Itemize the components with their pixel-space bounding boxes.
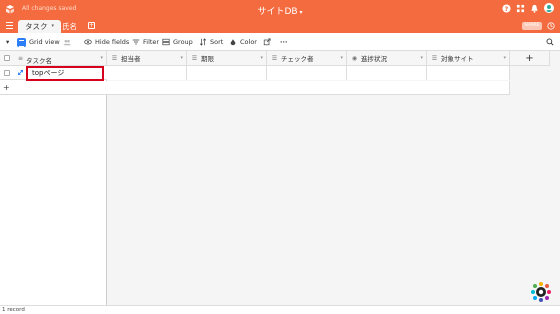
record-count: 1 record xyxy=(2,307,25,313)
primary-field-header[interactable]: ≡ タスク名 ▾ xyxy=(0,51,107,66)
text-field-icon: ☰ xyxy=(431,54,438,62)
add-row-area[interactable] xyxy=(107,81,510,95)
target-site-cell[interactable] xyxy=(427,66,510,80)
view-toolbar: ▾ Grid view Hide fields Filter Group Sor… xyxy=(0,33,560,51)
search-icon xyxy=(546,38,554,46)
expand-record-icon[interactable] xyxy=(17,69,24,76)
single-select-icon: ◉ xyxy=(351,54,358,62)
field-name: 対象サイト xyxy=(441,55,474,63)
sidebar-toggle-icon[interactable]: ▾ xyxy=(6,37,9,47)
svg-text:?: ? xyxy=(505,5,509,12)
filter-icon xyxy=(132,39,140,45)
select-all-checkbox[interactable] xyxy=(4,55,10,61)
field-header-assignee[interactable]: ☰ 担当者 ▾ xyxy=(107,51,187,66)
field-dropdown-icon[interactable]: ▾ xyxy=(503,55,506,61)
history-icon[interactable] xyxy=(547,22,555,30)
checker-cell[interactable] xyxy=(267,66,347,80)
progress-cell[interactable] xyxy=(347,66,427,80)
help-icon[interactable]: ? xyxy=(502,3,511,13)
apps-grid-icon[interactable] xyxy=(516,4,525,13)
sort-icon xyxy=(199,38,207,46)
grid-scroll-pane: ☰ 担当者 ▾ ☰ 期限 ▾ ☰ チェック者 ▾ ◉ 進捗状況 ▾ ☰ 対象サイ… xyxy=(107,51,550,96)
field-name: チェック者 xyxy=(281,55,314,63)
top-bar: All changes saved サイトDB ▾ ? xyxy=(0,0,560,19)
add-table-icon[interactable]: + xyxy=(88,22,95,29)
view-switcher[interactable]: Grid view xyxy=(17,37,71,47)
primary-field-type-icon: ≡ xyxy=(17,55,24,62)
text-field-icon: ☰ xyxy=(111,54,118,62)
field-dropdown-icon[interactable]: ▾ xyxy=(340,55,343,61)
add-row-button[interactable]: + xyxy=(0,81,107,95)
top-right-actions: ? xyxy=(502,3,554,13)
tab-caret-icon[interactable]: ▾ xyxy=(52,20,55,33)
group-icon xyxy=(162,38,170,46)
base-caret-icon[interactable]: ▾ xyxy=(300,9,303,16)
group-button[interactable]: Group xyxy=(162,37,193,47)
sort-button[interactable]: Sort xyxy=(199,37,223,47)
color-icon xyxy=(230,39,236,46)
primary-field-name: タスク名 xyxy=(26,57,52,65)
row-checkbox[interactable] xyxy=(4,70,10,76)
field-dropdown-icon[interactable]: ▾ xyxy=(420,55,423,61)
view-members-icon xyxy=(63,39,71,46)
field-dropdown-icon[interactable]: ▾ xyxy=(180,55,183,61)
more-options-button[interactable]: ··· xyxy=(280,37,287,47)
base-name[interactable]: サイトDB xyxy=(257,7,297,17)
tab-name[interactable]: 氏名 xyxy=(62,20,77,33)
field-header-checker[interactable]: ☰ チェック者 ▾ xyxy=(267,51,347,66)
table-row xyxy=(107,66,510,80)
notification-bell-icon[interactable] xyxy=(530,4,539,13)
field-header-progress[interactable]: ◉ 進捗状況 ▾ xyxy=(347,51,427,66)
field-header-deadline[interactable]: ☰ 期限 ▾ xyxy=(187,51,267,66)
field-dropdown-icon[interactable]: ▾ xyxy=(260,55,263,61)
primary-field-dropdown-icon[interactable]: ▾ xyxy=(100,55,103,61)
base-title-wrapper: サイトDB ▾ xyxy=(0,4,560,17)
color-palette-widget-icon[interactable] xyxy=(529,280,553,304)
search-button[interactable] xyxy=(546,37,554,47)
assignee-cell[interactable] xyxy=(107,66,187,80)
filter-button[interactable]: Filter xyxy=(132,37,159,47)
hide-fields-label: Hide fields xyxy=(95,38,130,46)
field-name: 担当者 xyxy=(121,55,141,63)
color-button[interactable]: Color xyxy=(229,37,257,47)
color-label: Color xyxy=(240,38,257,46)
filter-label: Filter xyxy=(143,38,160,46)
add-row-icon: + xyxy=(3,83,10,92)
deadline-cell[interactable] xyxy=(187,66,267,80)
hide-fields-button[interactable]: Hide fields xyxy=(84,37,129,47)
tab-task[interactable]: タスク ▾ xyxy=(18,20,62,33)
sort-label: Sort xyxy=(210,38,224,46)
menu-hamburger-icon[interactable] xyxy=(6,22,13,29)
field-header-target-site[interactable]: ☰ 対象サイト ▾ xyxy=(427,51,510,66)
add-field-button[interactable]: + xyxy=(510,51,550,66)
share-button[interactable]: SHARE xyxy=(522,22,542,30)
text-field-icon: ☰ xyxy=(271,54,278,62)
task-name-cell-selected[interactable]: topページ xyxy=(26,66,104,81)
user-avatar[interactable] xyxy=(544,3,554,13)
text-field-icon: ☰ xyxy=(191,54,198,62)
share-view-button[interactable] xyxy=(263,37,271,47)
tab-task-label: タスク xyxy=(25,22,48,31)
group-label: Group xyxy=(173,38,193,46)
field-name: 進捗状況 xyxy=(361,55,387,63)
grid-frozen-pane: ≡ タスク名 ▾ topページ + xyxy=(0,51,107,305)
table-tab-bar: タスク ▾ 氏名 + SHARE xyxy=(0,19,560,33)
share-view-icon xyxy=(263,38,271,46)
hide-fields-icon xyxy=(84,39,92,45)
grid-footer: 1 record xyxy=(0,305,560,314)
view-name: Grid view xyxy=(29,38,60,46)
field-name: 期限 xyxy=(201,55,214,63)
grid-view-icon xyxy=(17,37,26,47)
